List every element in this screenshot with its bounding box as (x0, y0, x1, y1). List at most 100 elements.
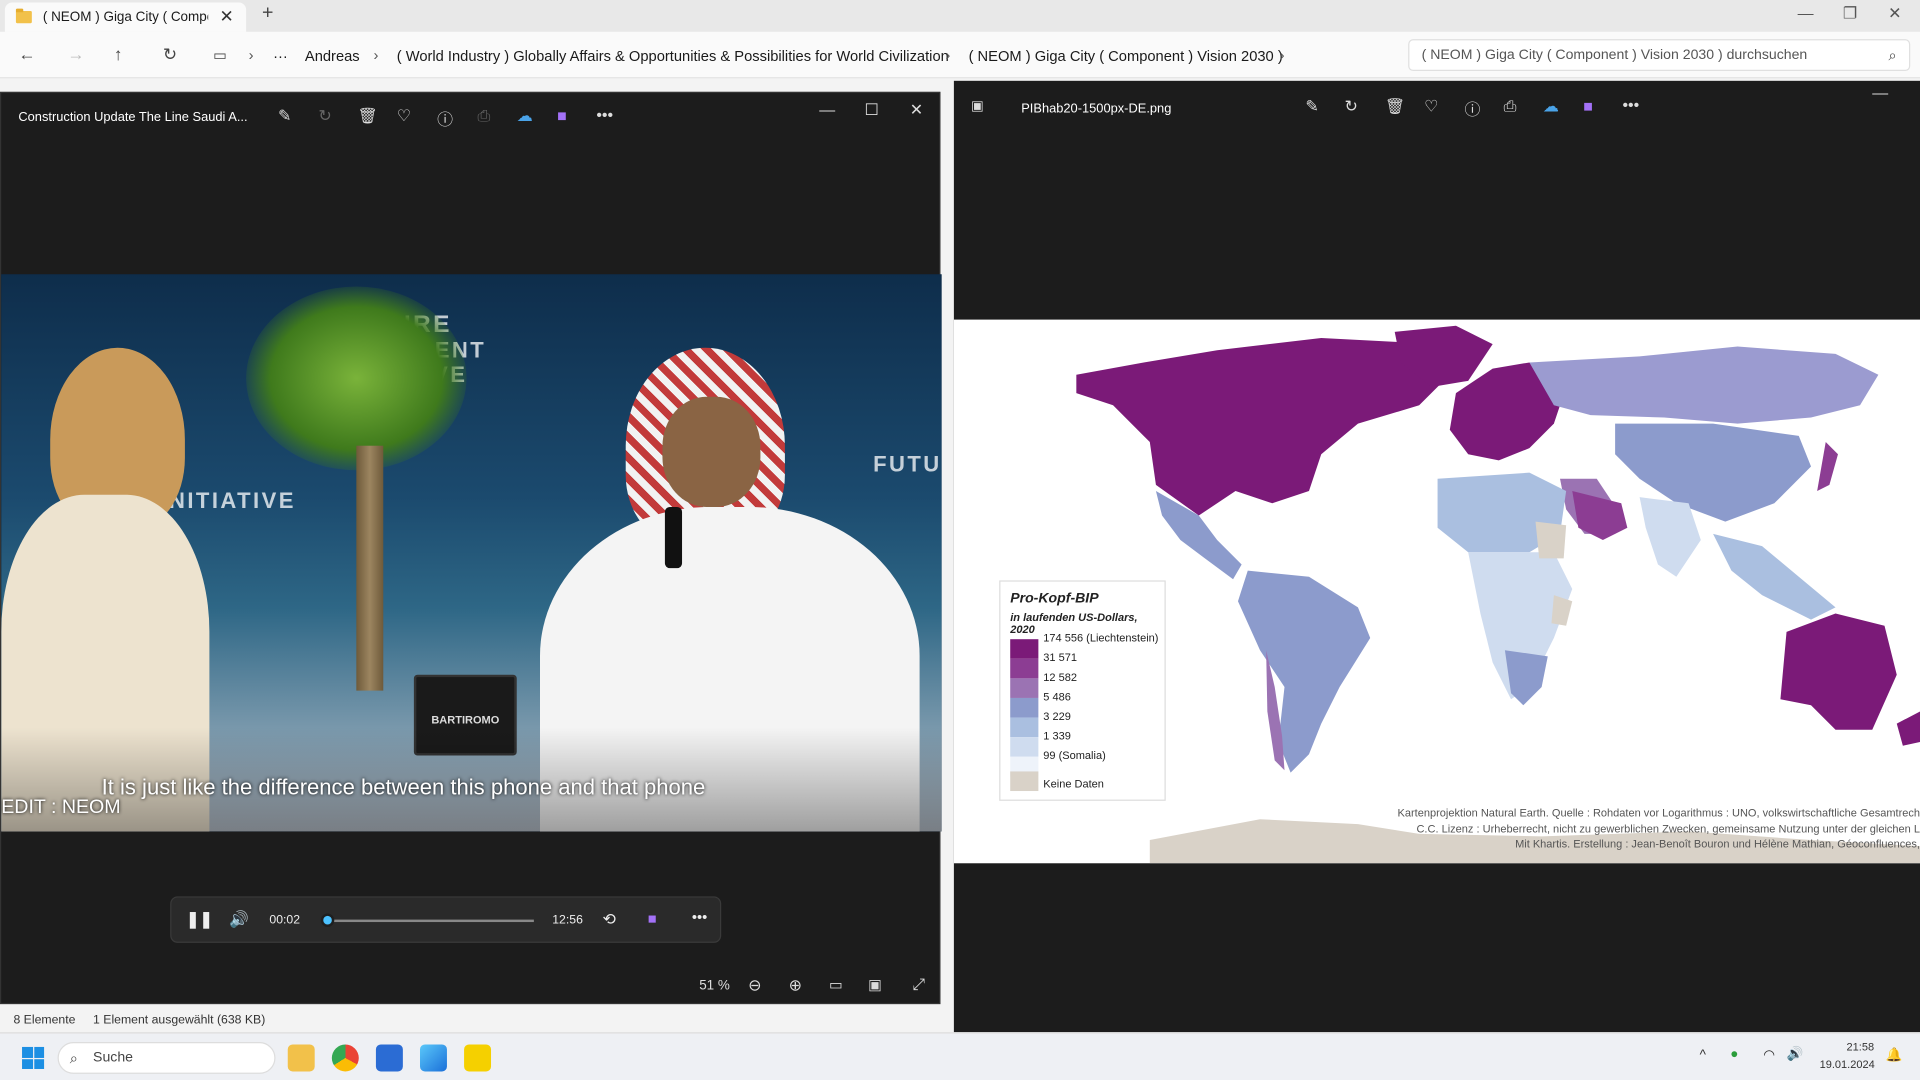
map-credit-line: Kartenprojektion Natural Earth. Quelle :… (1397, 806, 1920, 820)
legend-label: 5 486 (1043, 690, 1071, 703)
repeat-icon[interactable]: ⟲ (602, 910, 615, 930)
volume-icon[interactable]: 🔊 (1787, 1046, 1804, 1062)
file-explorer-icon[interactable] (287, 1044, 315, 1072)
info-icon[interactable]: ⓘ (1465, 97, 1481, 120)
pause-button[interactable]: ❚❚ (186, 910, 213, 930)
clipchamp-icon[interactable]: ■ (648, 910, 657, 927)
time-current: 00:02 (269, 913, 301, 927)
forward-icon[interactable]: → (67, 44, 84, 64)
palm-trunk (356, 445, 384, 691)
minimize-icon[interactable]: — (819, 100, 835, 118)
breadcrumb-item[interactable]: Andreas (305, 48, 360, 65)
breadcrumb-more[interactable]: ··· (273, 48, 288, 65)
store-icon[interactable] (375, 1044, 403, 1072)
delete-icon[interactable]: 🗑 (358, 107, 378, 127)
more-icon[interactable]: ••• (1622, 96, 1639, 114)
world-map-image: Pro-Kopf-BIP in laufenden US-Dollars, 20… (953, 319, 1920, 864)
image-viewer-window: ▣ PIBhab20-1500px-DE.png ✎ ↻ 🗑 ♡ ⓘ ⎙ ☁ ■… (953, 80, 1920, 1033)
up-icon[interactable]: ↑ (114, 44, 123, 64)
chrome-icon[interactable] (331, 1044, 359, 1072)
taskbar-search[interactable]: ⌕ Suche (57, 1042, 276, 1074)
notification-icon[interactable]: 🔔 (1886, 1047, 1903, 1063)
legend-label-no-data: Keine Daten (1043, 777, 1104, 790)
heart-icon[interactable]: ♡ (397, 107, 411, 127)
chevron-right-icon: › (373, 46, 379, 64)
close-window-icon[interactable]: ✕ (1888, 4, 1901, 24)
back-icon[interactable]: ← (18, 44, 35, 64)
search-icon: ⌕ (1888, 46, 1897, 64)
legend-swatch (1010, 678, 1039, 698)
volume-icon[interactable]: 🔊 (229, 910, 249, 930)
taskbar: ⌕ Suche ^ ● ◠ 🔊 21:58 19.01.2024 🔔 (0, 1032, 1920, 1080)
zoom-out-icon[interactable]: ⊖ (748, 976, 761, 996)
actual-size-icon[interactable]: ▣ (868, 976, 882, 993)
map-new-zealand (1896, 711, 1920, 746)
player-icon[interactable] (464, 1044, 492, 1072)
seek-thumb[interactable] (320, 913, 334, 927)
delete-icon[interactable]: 🗑 (1385, 97, 1405, 117)
legend-swatch (1010, 737, 1039, 757)
video-frame[interactable]: FUTURE INVESTMENT INITIATIVE INITIATIVE … (1, 274, 942, 832)
time-total: 12:56 (552, 913, 583, 927)
restore-icon[interactable]: ❐ (1843, 4, 1857, 24)
explorer-search-input[interactable]: ( NEOM ) Giga City ( Component ) Vision … (1408, 39, 1911, 72)
maximize-icon[interactable]: ☐ (864, 100, 878, 120)
refresh-icon[interactable]: ↻ (163, 44, 177, 65)
breadcrumb-item[interactable]: ( World Industry ) Globally Affairs & Op… (397, 48, 949, 65)
minimize-icon[interactable]: — (1798, 4, 1814, 22)
explorer-address-row: ← → ↑ ↻ ▭ › ··· Andreas › ( World Indust… (0, 31, 1920, 79)
print-icon[interactable]: ⎙ (478, 107, 491, 127)
legend-label: 31 571 (1043, 651, 1077, 664)
info-icon[interactable]: ⓘ (437, 107, 453, 130)
video-title: Construction Update The Line Saudi A... (18, 110, 248, 125)
more-icon[interactable]: ••• (692, 909, 707, 926)
fullscreen-icon[interactable]: ⤢ (912, 975, 925, 995)
folder-icon (15, 8, 32, 24)
explorer-status-bar: 8 Elemente 1 Element ausgewählt (638 KB) (0, 1011, 955, 1032)
video-player-window: Construction Update The Line Saudi A... … (0, 91, 942, 1005)
map-credit-line: C.C. Lizenz : Urheberrecht, nicht zu gew… (1416, 822, 1920, 836)
legend-swatch (1010, 697, 1039, 718)
chevron-right-icon: › (248, 46, 254, 64)
taskbar-date[interactable]: 19.01.2024 (1820, 1058, 1875, 1070)
map-sahel-nodata (1535, 521, 1567, 559)
chevron-up-icon[interactable]: ^ (1700, 1048, 1706, 1063)
monitor-icon[interactable]: ▭ (213, 47, 227, 64)
security-icon[interactable]: ● (1730, 1047, 1738, 1062)
map-arabia (1572, 491, 1628, 541)
gallery-icon[interactable]: ▣ (971, 98, 984, 114)
video-credit: EDIT : NEOM (1, 797, 121, 818)
clipchamp-icon[interactable]: ■ (557, 107, 567, 125)
minimize-icon[interactable]: — (1872, 83, 1888, 101)
rotate-icon[interactable]: ↻ (1345, 97, 1358, 117)
explorer-tab-bar: ( NEOM ) Giga City ( Compone ✕ + — ❐ ✕ (0, 0, 1920, 32)
edit-icon[interactable]: ✎ (1305, 97, 1318, 117)
heart-icon[interactable]: ♡ (1424, 97, 1438, 117)
breadcrumb-item[interactable]: ( NEOM ) Giga City ( Component ) Vision … (969, 48, 1283, 65)
legend-label: 1 339 (1043, 729, 1071, 743)
rotate-icon[interactable]: ↻ (318, 107, 331, 127)
zoom-in-icon[interactable]: ⊕ (789, 976, 802, 996)
taskbar-time[interactable]: 21:58 (1847, 1041, 1875, 1053)
print-icon[interactable]: ⎙ (1504, 97, 1517, 117)
seek-bar[interactable] (325, 919, 534, 923)
legend-swatch (1010, 717, 1039, 738)
fit-icon[interactable]: ▭ (829, 976, 843, 993)
explorer-tab[interactable]: ( NEOM ) Giga City ( Compone ✕ (4, 2, 247, 32)
onedrive-icon[interactable]: ☁ (517, 107, 533, 127)
onedrive-icon[interactable]: ☁ (1543, 97, 1559, 117)
new-tab-button[interactable]: + (262, 2, 273, 24)
photos-icon[interactable] (420, 1044, 447, 1072)
edit-icon[interactable]: ✎ (278, 107, 291, 127)
start-button[interactable] (22, 1046, 45, 1069)
close-tab-icon[interactable]: ✕ (220, 6, 234, 27)
close-window-icon[interactable]: ✕ (910, 100, 923, 120)
legend-swatch (1010, 658, 1039, 679)
wifi-icon[interactable]: ◠ (1763, 1047, 1775, 1063)
map-russia (1529, 346, 1879, 424)
map-australia (1780, 613, 1897, 730)
clipchamp-icon[interactable]: ■ (1583, 97, 1593, 115)
map-india (1639, 497, 1701, 577)
legend-label: 99 (Somalia) (1043, 749, 1106, 762)
more-icon[interactable]: ••• (596, 105, 613, 123)
